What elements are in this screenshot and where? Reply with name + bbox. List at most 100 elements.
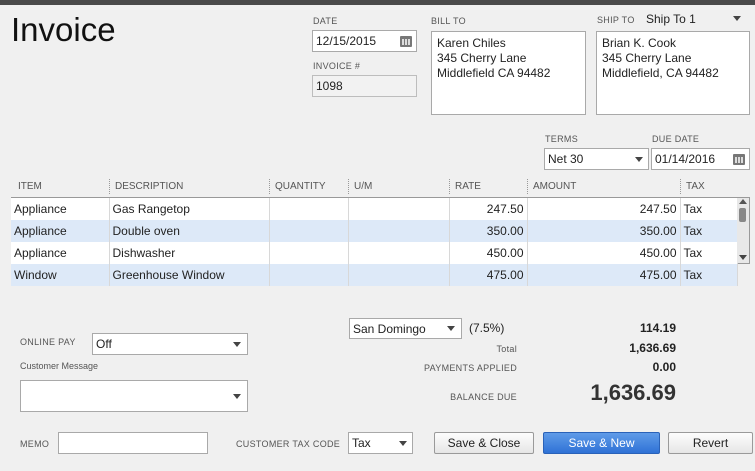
cell-description[interactable]: Double oven [109,220,270,242]
date-field[interactable]: 12/15/2015 [312,30,417,52]
ship-to-line: Brian K. Cook [602,36,677,50]
cell-description[interactable]: Gas Rangetop [109,198,270,220]
cell-tax[interactable]: Tax [680,242,738,264]
bill-to-address[interactable]: Karen Chiles 345 Cherry Lane Middlefield… [431,31,586,115]
cell-rate[interactable]: 475.00 [449,264,528,286]
calendar-icon[interactable] [733,154,745,165]
cell-item[interactable]: Appliance [11,220,110,242]
sales-tax-district-select[interactable]: San Domingo [349,318,462,339]
revert-label: Revert [692,436,729,450]
bill-to-line: Middlefield CA 94482 [437,66,551,80]
save-close-button[interactable]: Save & Close [434,432,534,454]
cell-item[interactable]: Appliance [11,242,110,264]
sales-tax-district-value: San Domingo [353,322,426,336]
cell-item[interactable]: Appliance [11,198,110,220]
chevron-down-icon [233,394,241,399]
cell-description[interactable]: Dishwasher [109,242,270,264]
customer-message-select[interactable] [20,380,248,412]
online-pay-label: ONLINE PAY [20,337,76,347]
cell-quantity[interactable] [269,242,349,264]
cell-tax[interactable]: Tax [680,264,738,286]
ship-to-line: Middlefield, CA 94482 [602,66,719,80]
chevron-down-icon [733,16,741,21]
due-date-label: DUE DATE [652,134,700,144]
chevron-down-icon [447,326,455,331]
chevron-down-icon [233,342,241,347]
revert-button[interactable]: Revert [668,432,753,454]
column-header-tax[interactable]: TAX [686,181,705,192]
window-top-bar [0,0,755,5]
cell-um[interactable] [348,242,450,264]
column-divider [680,179,681,194]
cell-um[interactable] [348,198,450,220]
cell-tax[interactable]: Tax [680,198,738,220]
column-header-amount[interactable]: AMOUNT [533,181,576,192]
payments-applied-label: PAYMENTS APPLIED [424,363,517,373]
cell-tax[interactable]: Tax [680,220,738,242]
bill-to-label: BILL TO [431,16,466,26]
customer-tax-code-select[interactable]: Tax [348,432,413,454]
cell-um[interactable] [348,264,450,286]
cell-rate[interactable]: 350.00 [449,220,528,242]
save-new-button[interactable]: Save & New [543,432,660,454]
invoice-number-label: INVOICE # [313,61,361,71]
memo-label: MEMO [20,439,50,449]
cell-amount[interactable]: 475.00 [527,264,681,286]
column-divider [527,179,528,194]
balance-due-amount: 1,636.69 [590,380,676,405]
column-header-um[interactable]: U/M [354,181,372,192]
line-items-table: Appliance Gas Rangetop 247.50 247.50 Tax… [11,198,738,286]
balance-due-label: BALANCE DUE [450,392,517,402]
customer-message-label: Customer Message [20,361,99,371]
column-header-item[interactable]: ITEM [18,181,42,192]
memo-input[interactable] [58,432,208,454]
calendar-icon[interactable] [400,36,412,47]
ship-to-label: SHIP TO [597,15,635,25]
terms-value: Net 30 [548,152,584,166]
due-date-field[interactable]: 01/14/2016 [651,148,750,170]
column-divider [109,179,110,194]
cell-rate[interactable]: 247.50 [449,198,528,220]
scroll-up-icon[interactable] [739,199,747,204]
invoice-number-value: 1098 [316,79,343,93]
cell-quantity[interactable] [269,264,349,286]
cell-quantity[interactable] [269,198,349,220]
terms-label: TERMS [545,134,578,144]
cell-item[interactable]: Window [11,264,110,286]
cell-um[interactable] [348,220,450,242]
table-row[interactable]: Appliance Gas Rangetop 247.50 247.50 Tax [11,198,738,220]
customer-tax-code-label: CUSTOMER TAX CODE [236,439,341,449]
form-title: Invoice [11,11,116,48]
cell-amount[interactable]: 350.00 [527,220,681,242]
column-header-quantity[interactable]: QUANTITY [275,181,326,192]
table-row[interactable]: Appliance Dishwasher 450.00 450.00 Tax [11,242,738,264]
cell-description[interactable]: Greenhouse Window [109,264,270,286]
table-row[interactable]: Window Greenhouse Window 475.00 475.00 T… [11,264,738,286]
bill-to-line: Karen Chiles [437,36,506,50]
payments-applied-amount: 0.00 [652,360,676,374]
ship-to-line: 345 Cherry Lane [602,51,692,65]
column-divider [269,179,270,194]
cell-rate[interactable]: 450.00 [449,242,528,264]
chevron-down-icon [399,441,407,446]
bill-to-line: 345 Cherry Lane [437,51,527,65]
ship-to-select[interactable]: Ship To 1 [641,10,745,28]
terms-select[interactable]: Net 30 [544,148,649,170]
scroll-down-icon[interactable] [739,255,747,260]
customer-tax-code-value: Tax [352,436,371,450]
online-pay-select[interactable]: Off [92,333,248,355]
scrollbar-thumb[interactable] [739,208,746,222]
ship-to-address[interactable]: Brian K. Cook 345 Cherry Lane Middlefiel… [596,31,750,115]
grid-scrollbar[interactable] [737,198,749,263]
chevron-down-icon [635,157,643,162]
column-header-description[interactable]: DESCRIPTION [115,181,183,192]
table-row[interactable]: Appliance Double oven 350.00 350.00 Tax [11,220,738,242]
invoice-number-field[interactable]: 1098 [312,75,417,97]
date-value: 12/15/2015 [316,34,377,48]
cell-amount[interactable]: 247.50 [527,198,681,220]
column-header-rate[interactable]: RATE [455,181,481,192]
due-date-value: 01/14/2016 [655,152,716,166]
column-divider [348,179,349,194]
cell-amount[interactable]: 450.00 [527,242,681,264]
cell-quantity[interactable] [269,220,349,242]
